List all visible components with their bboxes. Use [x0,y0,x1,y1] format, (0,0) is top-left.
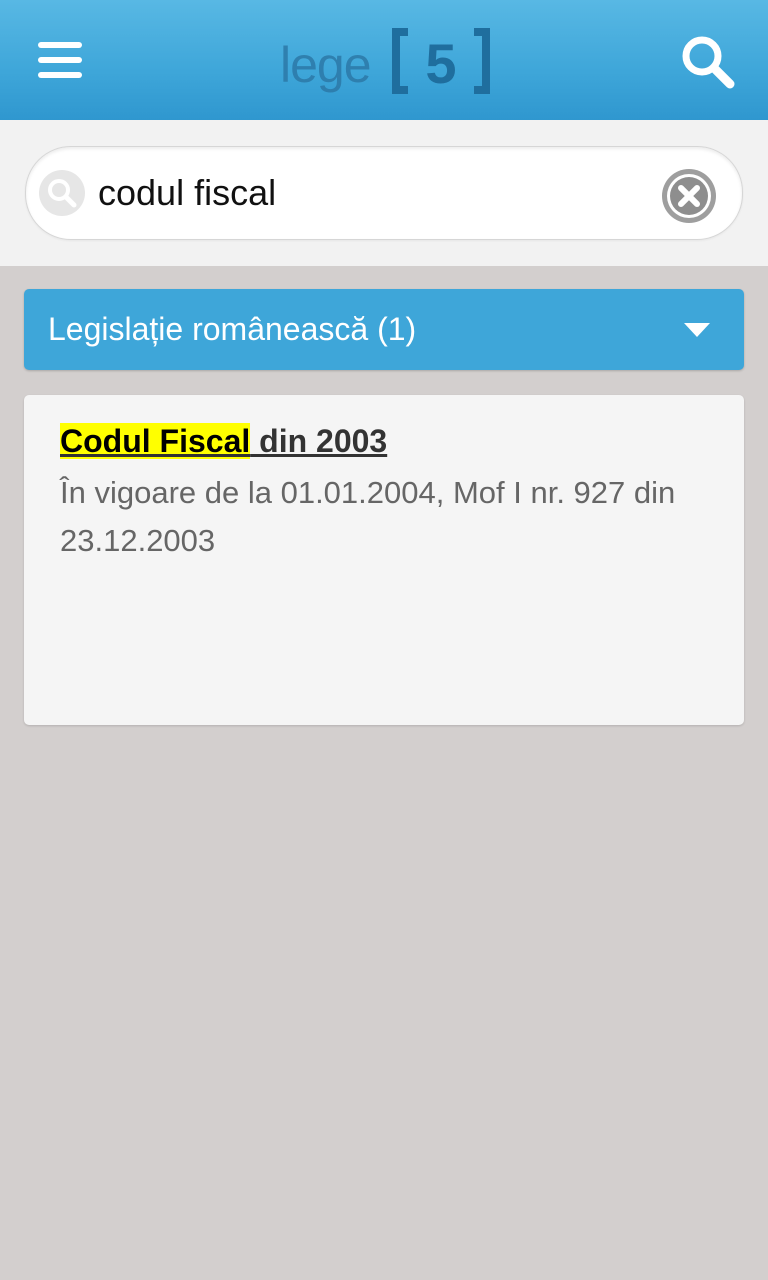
clear-search-button[interactable] [658,165,720,227]
chevron-down-icon [684,323,710,337]
search-button[interactable] [676,30,738,92]
search-field-icon [39,170,85,216]
result-title-rest: din 2003 [250,423,388,459]
logo-text: lege [280,37,372,93]
section-header-legislatie[interactable]: Legislație românească (1) [24,289,744,370]
menu-icon-bar [38,57,82,63]
menu-button[interactable] [30,36,90,84]
result-card: Codul Fiscal din 2003 În vigoare de la 0… [24,395,744,725]
section-title: Legislație românească (1) [48,311,417,347]
result-title-link[interactable]: Codul Fiscal din 2003 [60,423,387,460]
search-icon [682,36,735,89]
logo-number: 5 [425,32,456,94]
top-app-bar: lege 5 [0,0,768,120]
search-bar-area [0,120,768,266]
app-logo: lege 5 [280,24,494,96]
menu-icon-bar [38,42,82,48]
clear-icon [662,169,716,223]
result-title-highlight: Codul Fiscal [60,423,251,459]
search-field[interactable] [25,146,743,240]
search-input[interactable] [98,167,658,219]
logo-bracket-mark: 5 [392,28,490,94]
result-description: În vigoare de la 01.01.2004, Mof I nr. 9… [60,475,676,558]
menu-icon-bar [38,72,82,78]
